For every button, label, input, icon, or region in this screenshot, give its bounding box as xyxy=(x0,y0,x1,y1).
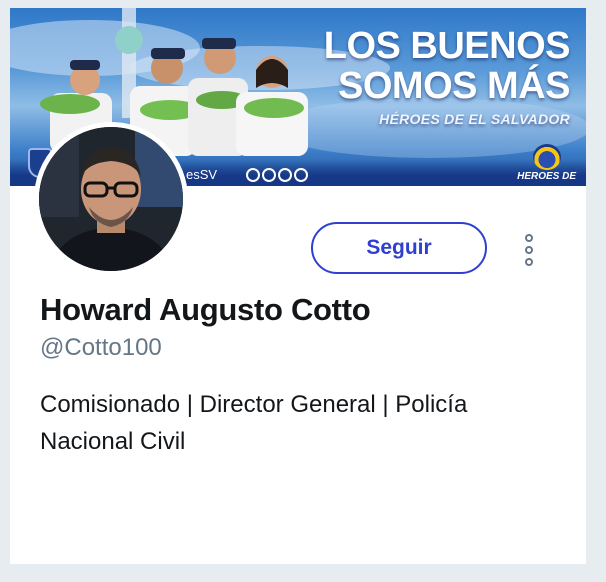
avatar-photo xyxy=(39,127,183,271)
heroes-emblem-icon xyxy=(532,144,561,170)
heroes-logo-text: HEROES DE xyxy=(517,171,576,182)
more-vertical-icon[interactable] xyxy=(519,234,539,266)
social-circle-icon xyxy=(262,168,276,182)
banner-headline: LOS BUENOS SOMOS MÁS HÉROES DE EL SALVAD… xyxy=(323,25,571,128)
follow-button[interactable]: Seguir xyxy=(311,222,487,274)
profile-bio: Comisionado | Director General | Policía… xyxy=(40,391,468,455)
social-circle-icon xyxy=(246,168,260,182)
heroes-logo: HEROES DE xyxy=(517,144,576,182)
banner-subheadline: HÉROES DE EL SALVADOR xyxy=(379,111,570,127)
banner-social-icons xyxy=(246,168,308,182)
social-circle-icon xyxy=(278,168,292,182)
banner-handle-text: esSV xyxy=(186,167,218,182)
banner-headline-line2: SOMOS MÁS xyxy=(338,65,570,107)
banner-headline-line1: LOS BUENOS xyxy=(323,25,571,67)
profile-handle[interactable]: @Cotto100 xyxy=(40,334,162,362)
more-dot xyxy=(525,246,533,254)
profile-name: Howard Augusto Cotto xyxy=(40,292,371,327)
more-dot xyxy=(525,258,533,266)
social-circle-icon xyxy=(294,168,308,182)
more-dot xyxy=(525,234,533,242)
avatar[interactable] xyxy=(34,122,188,276)
profile-card: LOS BUENOS SOMOS MÁS HÉROES DE EL SALVAD… xyxy=(10,8,586,564)
